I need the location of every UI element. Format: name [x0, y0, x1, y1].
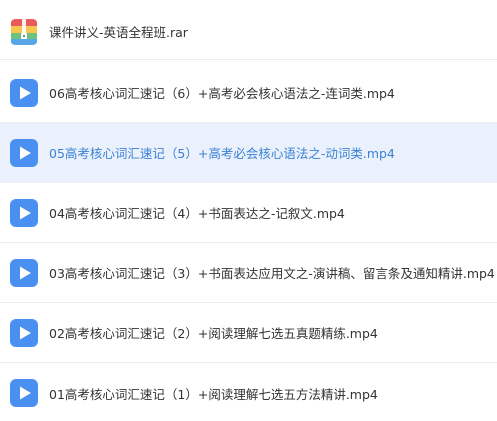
file-row-video[interactable]: 06高考核心词汇速记（6）+高考必会核心语法之-连词类.mp4: [0, 63, 497, 123]
file-row-video[interactable]: 03高考核心词汇速记（3）+书面表达应用文之-演讲稿、留言条及通知精讲.mp4: [0, 243, 497, 303]
file-row-video[interactable]: 02高考核心词汇速记（2）+阅读理解七选五真题精练.mp4: [0, 303, 497, 363]
file-list: 课件讲义-英语全程班.rar 06高考核心词汇速记（6）+高考必会核心语法之-连…: [0, 0, 497, 421]
video-play-icon: [10, 258, 38, 287]
file-row-archive[interactable]: 课件讲义-英语全程班.rar: [0, 3, 497, 60]
file-name: 01高考核心词汇速记（1）+阅读理解七选五方法精讲.mp4: [49, 386, 378, 402]
file-name: 04高考核心词汇速记（4）+书面表达之-记叙文.mp4: [49, 206, 345, 221]
file-name: 05高考核心词汇速记（5）+高考必会核心语法之-动词类.mp4: [49, 146, 395, 161]
video-play-icon: [10, 78, 38, 107]
file-row-video[interactable]: 04高考核心词汇速记（4）+书面表达之-记叙文.mp4: [0, 183, 497, 243]
file-row-video[interactable]: 01高考核心词汇速记（1）+阅读理解七选五方法精讲.mp4: [0, 363, 497, 421]
file-name: 03高考核心词汇速记（3）+书面表达应用文之-演讲稿、留言条及通知精讲.mp4: [49, 266, 495, 281]
file-row-video-selected[interactable]: 05高考核心词汇速记（5）+高考必会核心语法之-动词类.mp4: [0, 123, 497, 183]
file-name: 课件讲义-英语全程班.rar: [49, 24, 188, 40]
video-play-icon: [10, 379, 38, 407]
archive-icon: [11, 19, 37, 45]
file-name: 06高考核心词汇速记（6）+高考必会核心语法之-连词类.mp4: [49, 86, 395, 101]
file-name: 02高考核心词汇速记（2）+阅读理解七选五真题精练.mp4: [49, 326, 378, 341]
video-play-icon: [10, 318, 38, 347]
video-play-icon: [10, 138, 38, 167]
video-play-icon: [10, 198, 38, 227]
